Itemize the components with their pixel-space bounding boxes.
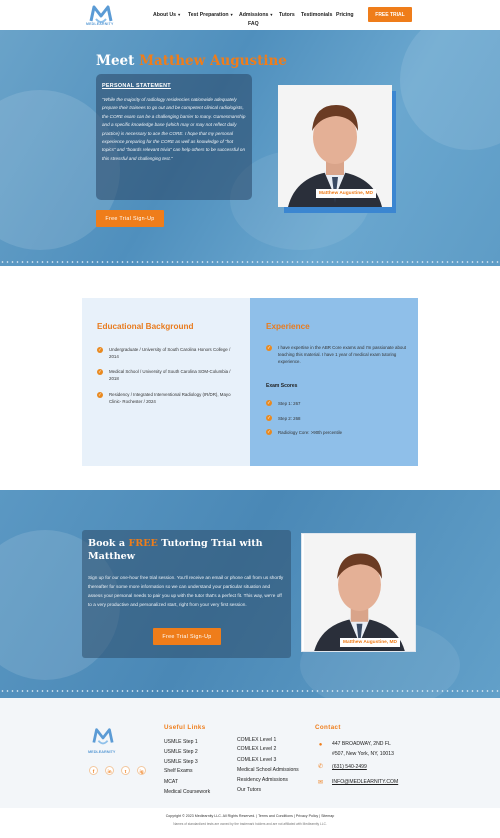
nav-testimonials[interactable]: Testimonials <box>301 12 332 18</box>
score-item: Step 1: 267 <box>278 401 301 406</box>
tutor-photo <box>301 533 416 652</box>
education-heading: Educational Background <box>97 322 194 331</box>
disclaimer-text: Names of standardized tests are owned by… <box>173 822 327 826</box>
copyright-text[interactable]: Copyright © 2023 Medlearnity LLC. All Ri… <box>0 814 500 818</box>
check-icon: ✓ <box>266 415 272 421</box>
education-item: Residency / Integrated Interventional Ra… <box>109 392 231 404</box>
check-icon: ✓ <box>97 347 103 353</box>
nav-faq[interactable]: FAQ <box>248 21 259 27</box>
free-trial-button[interactable]: FREE TRIAL <box>368 7 412 22</box>
footer-link[interactable]: COMLEX Level 3 <box>237 757 276 763</box>
nav-admissions[interactable]: Admissions ▾ <box>239 12 272 18</box>
experience-heading: Experience <box>266 322 310 331</box>
booking-text: Sign up for our one-hour free trial sess… <box>88 575 284 607</box>
phone-icon: ✆ <box>317 764 324 770</box>
facebook-icon[interactable]: f <box>89 766 98 775</box>
footer-link[interactable]: Medical School Admissions <box>237 767 299 773</box>
footer-link[interactable]: USMLE Step 1 <box>164 739 198 745</box>
statement-text: "While the majority of radiology residen… <box>102 97 246 161</box>
footer-link[interactable]: COMLEX Level 2 <box>237 746 276 752</box>
footer-logo[interactable] <box>90 726 116 748</box>
personal-statement-card: PERSONAL STATEMENT "While the majority o… <box>96 74 252 200</box>
footer-link[interactable]: Our Tutors <box>237 787 261 793</box>
footer-link[interactable]: COMLEX Level 1 <box>237 737 276 743</box>
nav-test-preparation[interactable]: Test Preparation ▾ <box>188 12 233 18</box>
photo-caption: Matthew Augustine, MD <box>316 189 376 198</box>
logo-text: MEDLEARNITY <box>86 22 114 26</box>
photo-caption: Matthew Augustine, MD <box>340 638 400 647</box>
background-blob <box>400 30 500 150</box>
education-item: Medical School / University of South Car… <box>109 369 231 381</box>
nav-pricing[interactable]: Pricing <box>336 12 354 18</box>
page-title: Meet Matthew Augustine <box>96 53 287 69</box>
instagram-icon[interactable]: ig <box>137 766 146 775</box>
email-icon: ✉ <box>317 780 324 786</box>
twitter-icon[interactable]: t <box>121 766 130 775</box>
check-icon: ✓ <box>266 345 272 351</box>
check-icon: ✓ <box>266 400 272 406</box>
statement-heading: PERSONAL STATEMENT <box>102 83 171 89</box>
experience-text: I have expertise in the ABR Core exams a… <box>278 345 406 364</box>
score-item: Step 2: 268 <box>278 416 301 421</box>
location-pin-icon: ● <box>318 742 323 748</box>
footer-link[interactable]: Medical Coursework <box>164 789 210 795</box>
footer-link[interactable]: Shelf Exams <box>164 768 193 774</box>
tutor-photo-frame: Matthew Augustine, MD <box>301 533 417 653</box>
hero-signup-button[interactable]: Free Trial Sign-Up <box>96 210 164 227</box>
education-item: Undergraduate / University of South Caro… <box>109 347 231 359</box>
check-icon: ✓ <box>97 392 103 398</box>
check-icon: ✓ <box>266 429 272 435</box>
linkedin-icon[interactable]: in <box>105 766 114 775</box>
footer-logo-text: MEDLEARNITY <box>88 750 116 754</box>
useful-links-heading: Useful Links <box>164 724 206 731</box>
dotted-divider <box>0 261 500 263</box>
contact-phone[interactable]: (631) 540-2499 <box>332 764 367 770</box>
footer-link[interactable]: Residency Admissions <box>237 777 288 783</box>
exam-scores-heading: Exam Scores <box>266 383 298 389</box>
contact-email[interactable]: INFO@MEDLEARNITY.COM <box>332 779 398 785</box>
dotted-divider <box>0 690 500 692</box>
nav-about-us[interactable]: About Us ▾ <box>153 12 180 18</box>
tutor-photo-frame: Matthew Augustine, MD <box>278 85 396 213</box>
footer-link[interactable]: MCAT <box>164 779 178 785</box>
score-item: Radiology Core: >90th percentile <box>278 430 343 435</box>
check-icon: ✓ <box>97 369 103 375</box>
footer-link[interactable]: USMLE Step 2 <box>164 749 198 755</box>
booking-title: Book a FREE Tutoring Trial with Matthew <box>88 538 263 562</box>
nav-tutors[interactable]: Tutors <box>279 12 295 18</box>
contact-heading: Contact <box>315 724 341 731</box>
contact-address-2: #507, New York, NY, 10013 <box>332 751 394 757</box>
footer-link[interactable]: USMLE Step 3 <box>164 759 198 765</box>
booking-signup-button[interactable]: Free Trial Sign-Up <box>153 628 221 645</box>
contact-address-1: 447 BROADWAY, 2ND FL <box>332 741 391 747</box>
site-header: MEDLEARNITY About Us ▾ Test Preparation ▾ … <box>0 0 500 30</box>
